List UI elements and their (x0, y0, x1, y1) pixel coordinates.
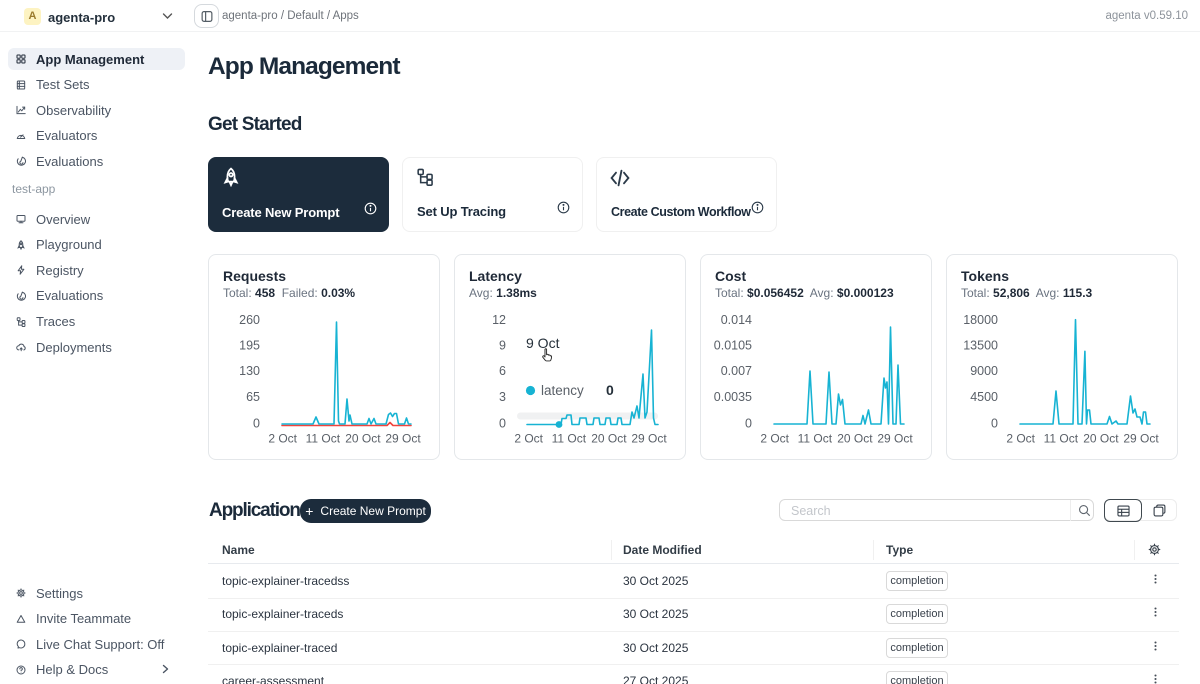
svg-text:29 Oct: 29 Oct (385, 432, 421, 446)
svg-text:12: 12 (492, 313, 506, 327)
svg-text:0: 0 (253, 416, 260, 430)
svg-text:2 Oct: 2 Oct (1006, 432, 1035, 446)
svg-text:29 Oct: 29 Oct (1123, 432, 1159, 446)
svg-text:260: 260 (239, 313, 260, 327)
svg-text:195: 195 (239, 338, 260, 352)
svg-text:6: 6 (499, 364, 506, 378)
svg-text:9: 9 (499, 338, 506, 352)
svg-text:4500: 4500 (970, 390, 998, 404)
svg-text:11 Oct: 11 Oct (1044, 432, 1079, 446)
svg-text:2 Oct: 2 Oct (760, 432, 789, 446)
svg-text:20 Oct: 20 Oct (1083, 432, 1119, 446)
svg-text:3: 3 (499, 390, 506, 404)
svg-text:0.007: 0.007 (721, 364, 752, 378)
svg-text:18000: 18000 (963, 313, 998, 327)
svg-text:29 Oct: 29 Oct (877, 432, 913, 446)
svg-text:latency: latency (541, 383, 584, 398)
svg-text:65: 65 (246, 390, 260, 404)
svg-text:20 Oct: 20 Oct (345, 432, 381, 446)
svg-text:20 Oct: 20 Oct (837, 432, 873, 446)
svg-text:0: 0 (606, 382, 614, 398)
svg-text:2 Oct: 2 Oct (514, 432, 543, 446)
svg-text:0.0105: 0.0105 (714, 338, 752, 352)
svg-text:13500: 13500 (963, 338, 998, 352)
svg-text:0: 0 (499, 416, 506, 430)
svg-text:0.014: 0.014 (721, 313, 752, 327)
svg-text:2 Oct: 2 Oct (268, 432, 297, 446)
svg-text:0: 0 (745, 416, 752, 430)
svg-text:11 Oct: 11 Oct (798, 432, 833, 446)
svg-text:11 Oct: 11 Oct (306, 432, 341, 446)
svg-text:0: 0 (991, 416, 998, 430)
svg-text:20 Oct: 20 Oct (591, 432, 627, 446)
svg-text:9000: 9000 (970, 364, 998, 378)
svg-text:29 Oct: 29 Oct (631, 432, 667, 446)
svg-text:130: 130 (239, 364, 260, 378)
svg-text:0.0035: 0.0035 (714, 390, 752, 404)
svg-text:11 Oct: 11 Oct (552, 432, 587, 446)
